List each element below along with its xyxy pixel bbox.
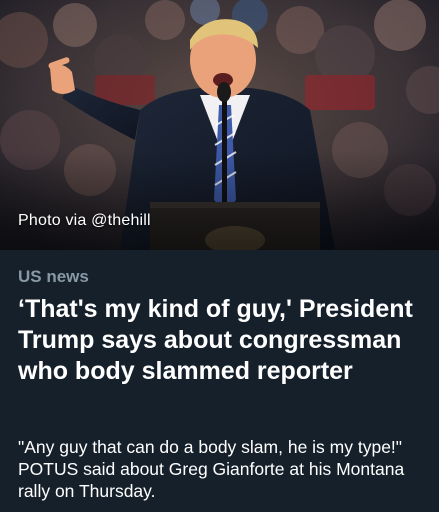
hero-photo[interactable]: Photo via @thehill bbox=[0, 0, 439, 250]
news-card[interactable]: Photo via @thehill US news ‘That's my ki… bbox=[0, 0, 439, 512]
article-text[interactable]: US news ‘That's my kind of guy,' Preside… bbox=[0, 250, 439, 512]
photo-credit: Photo via @thehill bbox=[18, 212, 151, 229]
category-label: US news bbox=[18, 267, 89, 286]
article-description: "Any guy that can do a body slam, he is … bbox=[18, 437, 405, 501]
headline[interactable]: ‘That's my kind of guy,' President Trump… bbox=[18, 294, 428, 387]
